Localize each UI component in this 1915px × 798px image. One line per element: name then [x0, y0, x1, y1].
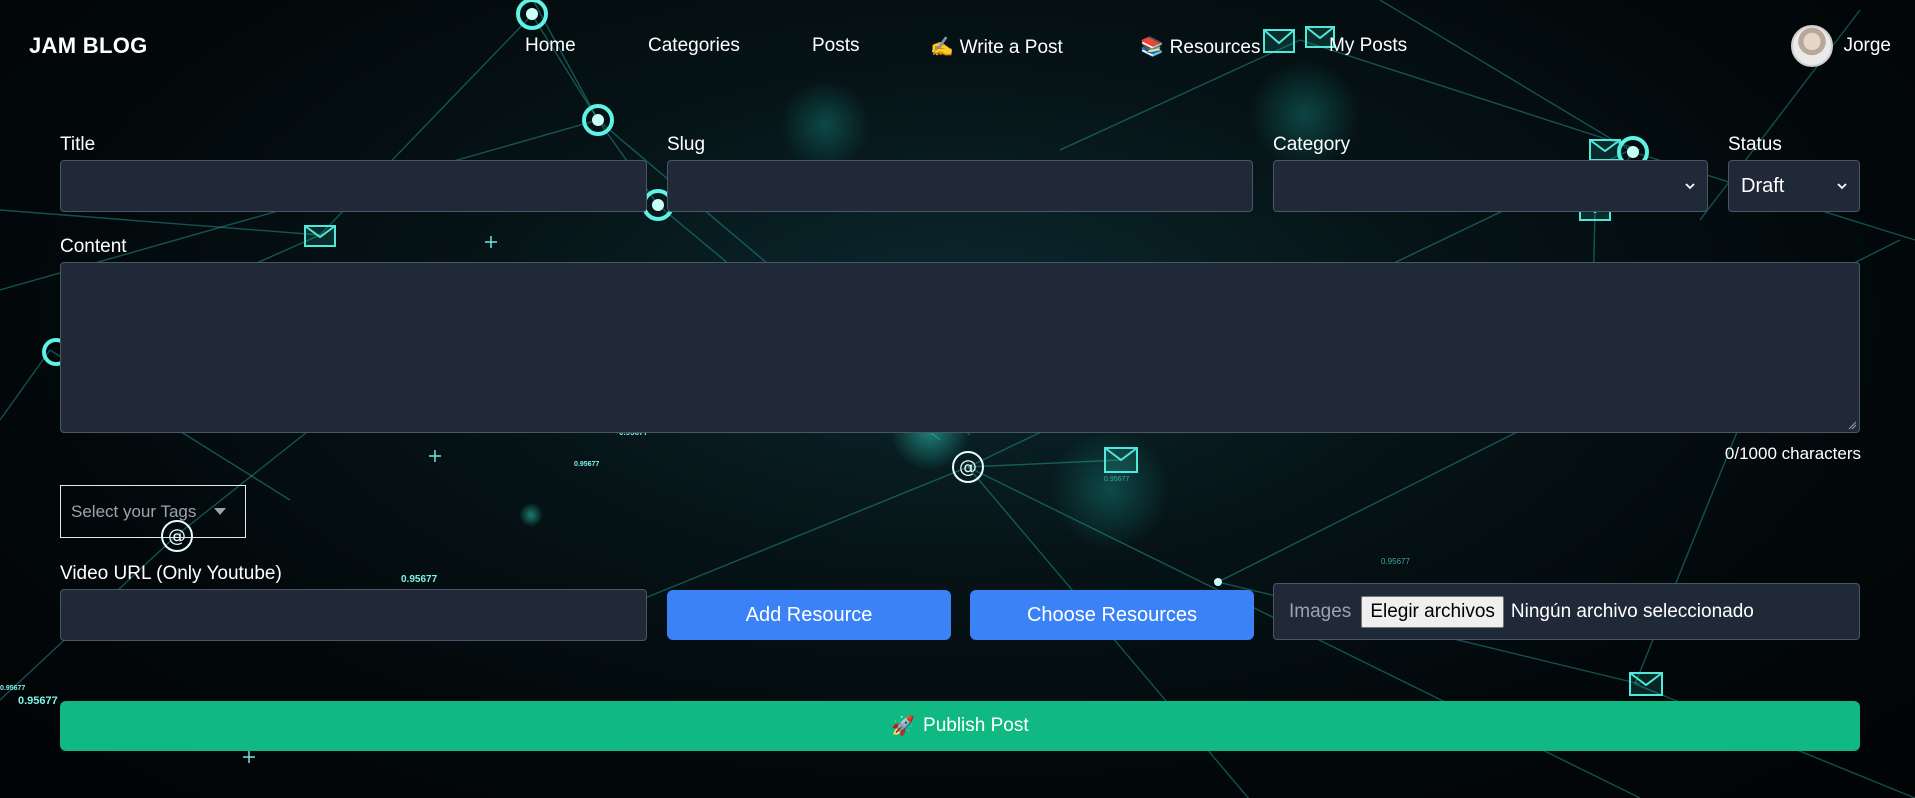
writing-hand-icon: ✍️ — [930, 37, 954, 58]
nav-posts[interactable]: Posts — [812, 35, 860, 57]
slug-field[interactable] — [667, 160, 1253, 212]
brand-logo[interactable]: JAM BLOG — [29, 33, 148, 59]
chevron-down-icon — [1685, 183, 1695, 190]
nav-my-posts-label: My Posts — [1329, 35, 1408, 56]
nav-resources-label: Resources — [1169, 37, 1261, 58]
caret-down-icon — [214, 508, 227, 515]
category-select[interactable] — [1273, 160, 1708, 212]
title-label: Title — [60, 134, 96, 155]
images-label: Images — [1289, 600, 1352, 622]
publish-post-label: Publish Post — [923, 715, 1029, 736]
content-textarea[interactable] — [61, 263, 1859, 432]
choose-files-button[interactable]: Elegir archivos — [1361, 595, 1504, 628]
nav-home-label: Home — [525, 35, 576, 56]
status-selected-value: Draft — [1741, 174, 1785, 197]
avatar[interactable] — [1791, 25, 1834, 67]
nav-categories-label: Categories — [648, 35, 740, 56]
nav-home[interactable]: Home — [525, 35, 576, 57]
title-field[interactable] — [60, 160, 647, 212]
video-url-input[interactable] — [61, 590, 646, 640]
content-label: Content — [60, 236, 127, 257]
images-file-input[interactable]: Images Elegir archivos Ningún archivo se… — [1273, 583, 1860, 640]
choose-resources-button[interactable]: Choose Resources — [970, 590, 1254, 640]
status-label: Status — [1728, 134, 1782, 155]
nav-posts-label: Posts — [812, 35, 860, 56]
title-input[interactable] — [61, 161, 646, 211]
character-counter: 0/1000 characters — [1724, 444, 1861, 463]
chevron-down-icon — [1837, 183, 1847, 190]
slug-label: Slug — [667, 134, 706, 155]
resize-grip-icon[interactable] — [1847, 420, 1857, 430]
status-select[interactable]: Draft — [1728, 160, 1860, 212]
video-url-label: Video URL (Only Youtube) — [60, 563, 282, 584]
video-url-field[interactable] — [60, 589, 647, 641]
rocket-icon: 🚀 — [891, 716, 916, 737]
nav-resources[interactable]: 📚 Resources — [1140, 35, 1261, 59]
nav-write-post[interactable]: ✍️ Write a Post — [930, 35, 1063, 59]
nav-my-posts[interactable]: My Posts — [1329, 35, 1407, 57]
tags-placeholder: Select your Tags — [71, 501, 197, 521]
content-field[interactable] — [60, 262, 1860, 433]
page-content: JAM BLOG Home Categories Posts ✍️ Write a… — [0, 0, 1915, 798]
user-menu[interactable]: Jorge — [1791, 25, 1891, 67]
file-status-text: Ningún archivo seleccionado — [1510, 600, 1754, 622]
nav-categories[interactable]: Categories — [648, 35, 740, 57]
add-resource-button[interactable]: Add Resource — [667, 590, 951, 640]
tags-select[interactable]: Select your Tags — [60, 485, 246, 538]
publish-post-button[interactable]: 🚀 Publish Post — [60, 701, 1860, 751]
slug-input[interactable] — [668, 161, 1252, 211]
books-icon: 📚 — [1140, 37, 1164, 58]
user-name: Jorge — [1843, 35, 1891, 56]
nav-write-post-label: Write a Post — [959, 37, 1063, 58]
category-label: Category — [1273, 134, 1351, 155]
